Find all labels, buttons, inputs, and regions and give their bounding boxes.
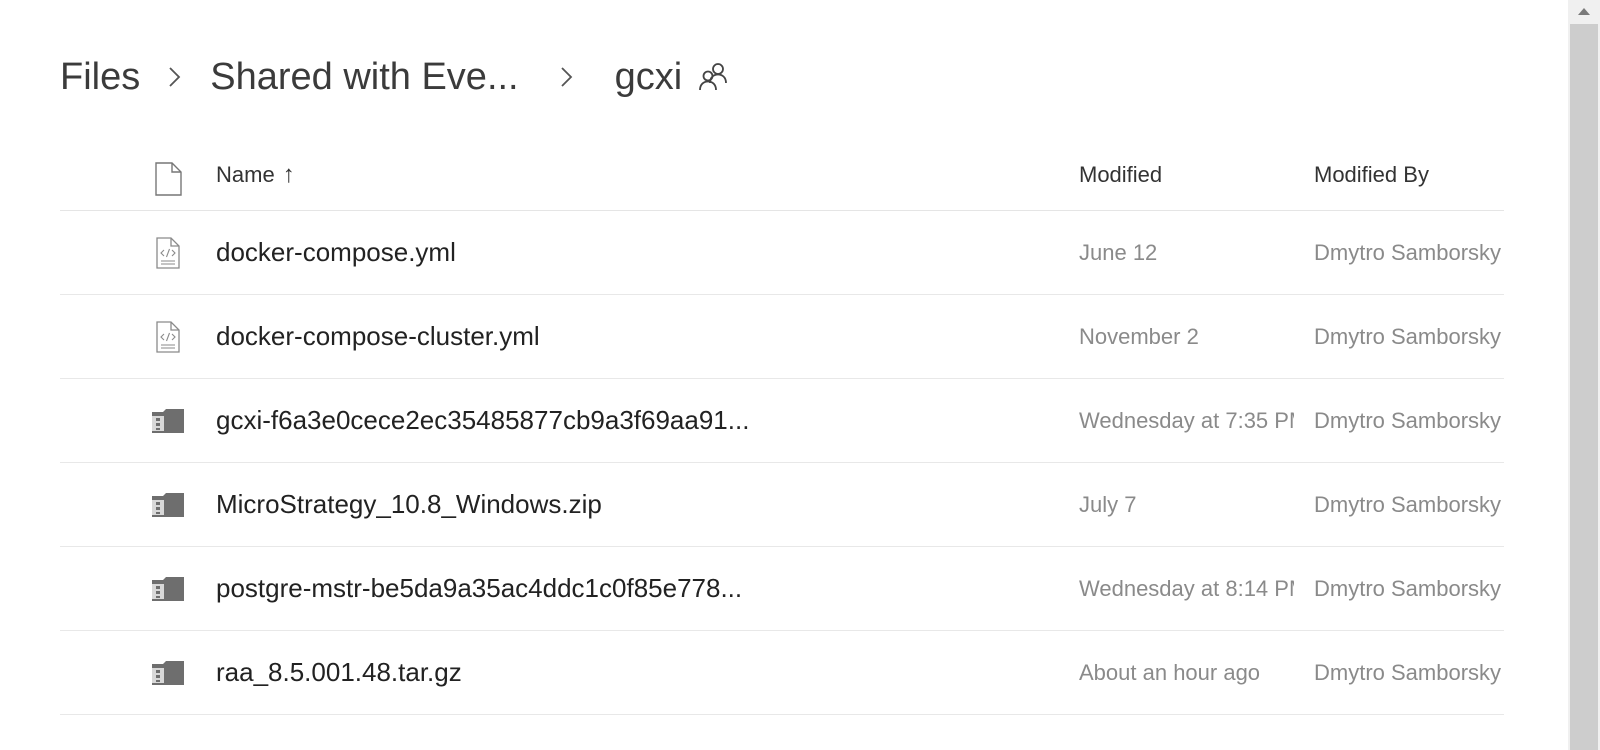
modified-by: Dmytro Samborsky — [1314, 239, 1502, 265]
table-row[interactable]: docker-compose-cluster.yml November 2 Dm… — [60, 295, 1504, 379]
file-name-link[interactable]: docker-compose.yml — [216, 237, 456, 268]
chevron-right-icon — [140, 52, 210, 102]
modified-by: Dmytro Samborsky — [1314, 575, 1502, 601]
archive-file-icon — [146, 631, 190, 714]
file-list-header: Name ↑ Modified Modified By — [60, 140, 1504, 211]
file-name-link[interactable]: gcxi-f6a3e0cece2ec35485877cb9a3f69aa91..… — [216, 405, 749, 436]
table-row[interactable]: gcxi-f6a3e0cece2ec35485877cb9a3f69aa91..… — [60, 379, 1504, 463]
modified-date: Wednesday at 7:35 PM — [1079, 407, 1294, 433]
file-list: Name ↑ Modified Modified By docker-compo… — [60, 140, 1504, 715]
breadcrumb-item-files[interactable]: Files — [60, 56, 140, 99]
scroll-up-arrow-icon[interactable] — [1568, 0, 1600, 22]
column-header-modified-label: Modified — [1079, 162, 1163, 187]
column-header-name[interactable]: Name ↑ — [216, 140, 1086, 210]
table-row[interactable]: MicroStrategy_10.8_Windows.zip July 7 Dm… — [60, 463, 1504, 547]
file-browser-page: Files Shared with Eve... gcxi Name ↑ Mod… — [0, 0, 1600, 750]
chevron-right-icon — [519, 52, 615, 102]
column-header-modified-by-label: Modified By — [1314, 162, 1429, 187]
modified-by: Dmytro Samborsky — [1314, 659, 1502, 685]
file-name-link[interactable]: MicroStrategy_10.8_Windows.zip — [216, 489, 602, 520]
table-row[interactable]: docker-compose.yml June 12 Dmytro Sambor… — [60, 211, 1504, 295]
modified-date: July 7 — [1079, 491, 1137, 517]
file-name-link[interactable]: raa_8.5.001.48.tar.gz — [216, 657, 462, 688]
scrollbar-thumb[interactable] — [1570, 24, 1598, 750]
archive-file-icon — [146, 547, 190, 630]
modified-date: June 12 — [1079, 239, 1158, 265]
modified-date: About an hour ago — [1079, 659, 1261, 685]
column-header-modified-by[interactable]: Modified By — [1314, 140, 1504, 210]
archive-file-icon — [146, 379, 190, 462]
breadcrumb-item-shared[interactable]: Shared with Eve... — [210, 56, 518, 99]
vertical-scrollbar[interactable] — [1568, 0, 1600, 750]
modified-by: Dmytro Samborsky — [1314, 491, 1502, 517]
modified-date: November 2 — [1079, 323, 1199, 349]
modified-date: Wednesday at 8:14 PM — [1079, 575, 1294, 601]
modified-by: Dmytro Samborsky — [1314, 323, 1502, 349]
code-file-icon — [146, 295, 190, 378]
column-header-modified[interactable]: Modified — [1079, 140, 1294, 210]
table-row[interactable]: postgre-mstr-be5da9a35ac4ddc1c0f85e778..… — [60, 547, 1504, 631]
file-name-link[interactable]: postgre-mstr-be5da9a35ac4ddc1c0f85e778..… — [216, 573, 742, 604]
archive-file-icon — [146, 463, 190, 546]
code-file-icon — [146, 211, 190, 294]
column-header-name-label: Name — [216, 162, 275, 187]
modified-by: Dmytro Samborsky — [1314, 407, 1502, 433]
people-icon[interactable] — [698, 60, 730, 94]
file-name-link[interactable]: docker-compose-cluster.yml — [216, 321, 540, 352]
breadcrumb: Files Shared with Eve... gcxi — [60, 52, 730, 102]
sort-ascending-icon: ↑ — [282, 161, 295, 188]
document-icon[interactable] — [146, 140, 190, 214]
table-row[interactable]: raa_8.5.001.48.tar.gz About an hour ago … — [60, 631, 1504, 715]
breadcrumb-item-current: gcxi — [614, 55, 683, 98]
